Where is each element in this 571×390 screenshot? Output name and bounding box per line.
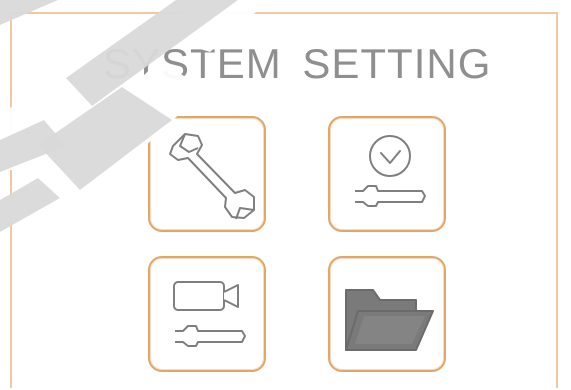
time-setting-tile[interactable] — [328, 116, 446, 232]
folder-icon — [345, 289, 434, 351]
record-setting-tile[interactable] — [148, 256, 266, 372]
system-setting-title: SYSTEM SETTING — [103, 40, 492, 87]
clock-wrench-icon — [355, 135, 426, 207]
camera-wrench-icon — [173, 281, 246, 347]
system-tool-tile[interactable] — [148, 116, 266, 232]
wrench-icon — [169, 133, 255, 220]
file-management-tile[interactable] — [328, 256, 446, 372]
